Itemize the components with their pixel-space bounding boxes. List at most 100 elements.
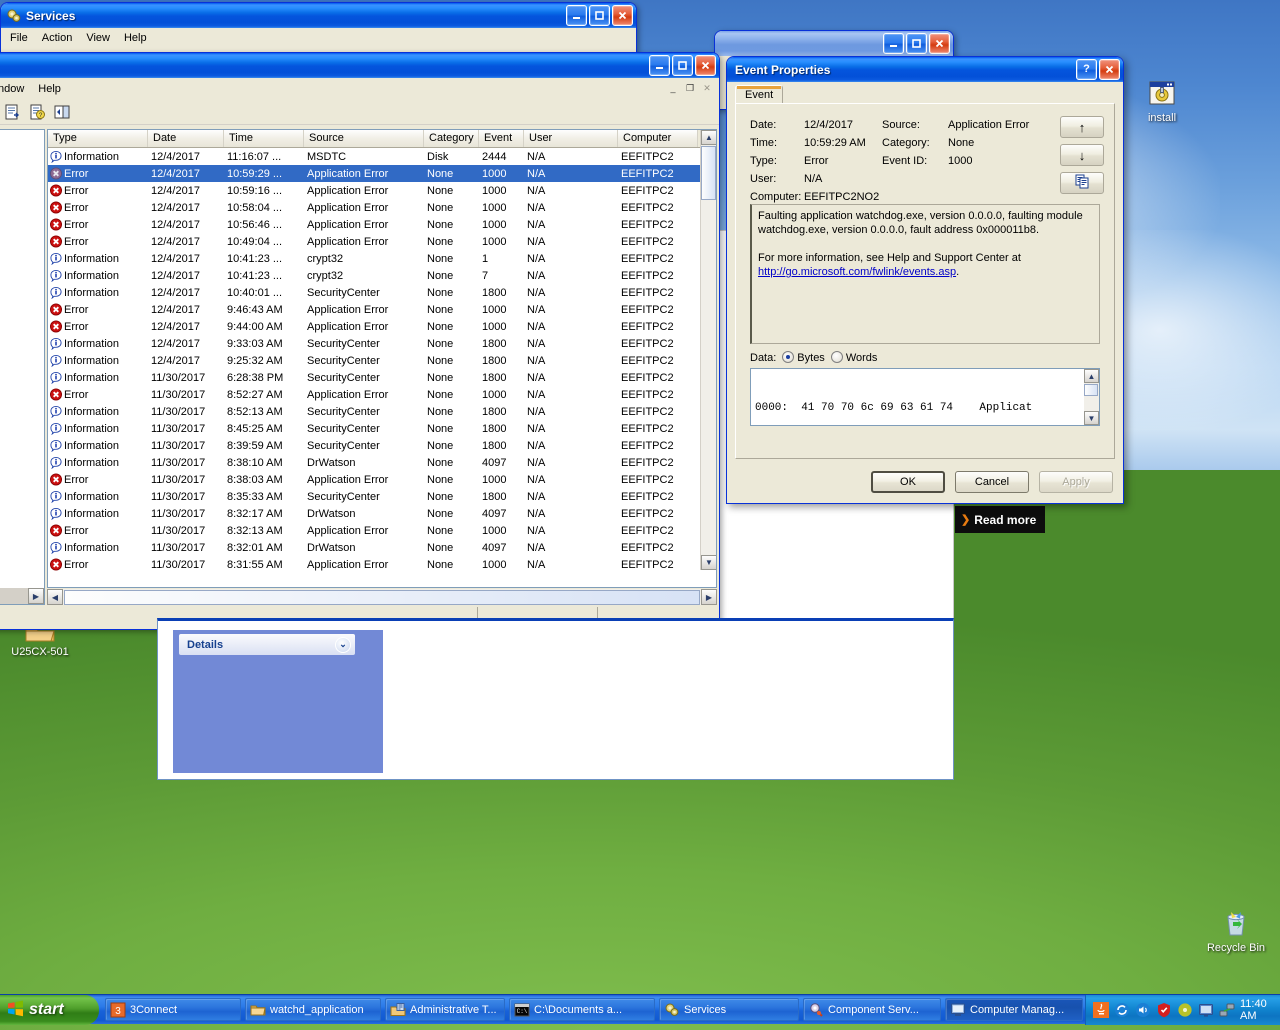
taskbar-item-c-documents-a[interactable]: C:\ C:\Documents a...	[509, 998, 655, 1021]
cancel-button[interactable]: Cancel	[955, 471, 1029, 493]
tree-item[interactable]: e	[0, 316, 44, 358]
computer-management-window[interactable]: Details ⌄	[157, 618, 954, 780]
table-row[interactable]: Information 12/4/2017 10:41:23 ... crypt32 N…	[48, 267, 716, 284]
tree-horizontal-scrollbar[interactable]: ◀ ▶	[0, 587, 44, 604]
sync-icon[interactable]	[1114, 1002, 1130, 1018]
column-header-type[interactable]: Type	[48, 130, 148, 147]
tab-event[interactable]: Event	[735, 85, 784, 104]
tree-item[interactable]: er	[0, 168, 44, 185]
radio-bytes[interactable]: Bytes	[782, 351, 825, 364]
show-hide-tree-icon[interactable]	[51, 101, 73, 123]
help-properties-icon[interactable]: ?	[26, 101, 48, 123]
event-list-horizontal-scrollbar[interactable]: ◀ ▶	[47, 589, 717, 605]
java-icon[interactable]	[1093, 1001, 1109, 1018]
table-row[interactable]: Error 12/4/2017 10:58:04 ... Application Er…	[48, 199, 716, 216]
table-row[interactable]: Error 12/4/2017 10:59:16 ... Application Er…	[48, 182, 716, 199]
desktop-icon-recycle-bin[interactable]: Recycle Bin	[1198, 908, 1274, 954]
column-header-source[interactable]: Source	[304, 130, 424, 147]
component-services-titlebar[interactable]	[715, 31, 953, 56]
event-properties-titlebar[interactable]: Event Properties ?	[727, 57, 1123, 82]
column-header-time[interactable]: Time	[224, 130, 304, 147]
event-data-hexview[interactable]: 0000: 41 70 70 6c 69 63 61 74 Applicat 0…	[750, 368, 1100, 426]
table-row[interactable]: Error 12/4/2017 10:56:46 ... Application Er…	[48, 216, 716, 233]
details-panel-header[interactable]: Details ⌄	[179, 634, 355, 655]
scroll-thumb[interactable]	[64, 589, 700, 605]
mdi-restore-button[interactable]: ❐	[682, 81, 698, 95]
table-row[interactable]: Information 11/30/2017 8:35:33 AM SecurityC…	[48, 488, 716, 505]
maximize-button[interactable]	[906, 33, 927, 54]
radio-words[interactable]: Words	[830, 351, 877, 364]
column-header-user[interactable]: User	[524, 130, 618, 147]
table-row[interactable]: Information 11/30/2017 8:32:17 AM DrWatson N…	[48, 505, 716, 522]
shield-icon[interactable]	[1156, 1002, 1172, 1018]
close-button[interactable]	[1099, 59, 1120, 80]
previous-event-button[interactable]: ↑	[1060, 116, 1104, 138]
taskbar-item-computer-manag[interactable]: Computer Manag...	[945, 998, 1083, 1021]
help-button[interactable]: ?	[1076, 59, 1097, 80]
column-header-category[interactable]: Category	[424, 130, 479, 147]
scroll-right-button[interactable]: ▶	[701, 589, 717, 605]
tree-item[interactable]: ns	[0, 398, 44, 415]
network-icon[interactable]	[1219, 1002, 1235, 1018]
tree-item[interactable]	[0, 151, 44, 168]
clock[interactable]: 11:40 AM	[1240, 998, 1272, 1022]
close-button[interactable]	[612, 5, 633, 26]
taskbar-item-watchd-application[interactable]: watchd_application	[245, 998, 381, 1021]
event-list-vertical-scrollbar[interactable]: ▲ ▼	[700, 130, 716, 570]
menu-help[interactable]: Help	[31, 80, 68, 98]
menu-window[interactable]: ndow	[0, 80, 31, 98]
table-row[interactable]: Information 12/4/2017 10:40:01 ... Security…	[48, 284, 716, 301]
tree-item[interactable]	[0, 358, 44, 398]
volume-icon[interactable]	[1135, 1002, 1151, 1018]
taskbar-item-3connect[interactable]: 3 3Connect	[105, 998, 241, 1021]
table-row[interactable]: Error 12/4/2017 9:46:43 AM Application Erro…	[48, 301, 716, 318]
scroll-down-button[interactable]: ▼	[701, 555, 716, 570]
menu-file[interactable]: File	[3, 30, 35, 46]
table-row[interactable]: Error 11/30/2017 8:32:13 AM Application Err…	[48, 522, 716, 539]
tree-item[interactable]	[0, 185, 44, 202]
disc-icon[interactable]	[1177, 1002, 1193, 1018]
column-header-date[interactable]: Date	[148, 130, 224, 147]
column-header-event[interactable]: Event	[479, 130, 524, 147]
description-textarea[interactable]: Faulting application watchdog.exe, versi…	[750, 204, 1100, 344]
table-row[interactable]: Error 11/30/2017 8:38:03 AM Application Err…	[48, 471, 716, 488]
table-row[interactable]: Information 12/4/2017 11:16:07 ... MSDTC Dis…	[48, 148, 716, 165]
scroll-up-button[interactable]: ▲	[701, 130, 716, 145]
tree-item[interactable]: cal)	[0, 134, 44, 151]
maximize-button[interactable]	[589, 5, 610, 26]
services-window[interactable]: Services File Action View Help	[0, 2, 637, 54]
tree-item[interactable]	[0, 236, 44, 276]
table-row[interactable]: Error 12/4/2017 10:49:04 ... Application Er…	[48, 233, 716, 250]
next-event-button[interactable]: ↓	[1060, 144, 1104, 166]
minimize-button[interactable]	[566, 5, 587, 26]
mdi-minimize-button[interactable]: _	[665, 81, 681, 95]
support-center-link[interactable]: http://go.microsoft.com/fwlink/events.as…	[758, 266, 956, 278]
table-row[interactable]: Information 12/4/2017 10:41:23 ... crypt32 N…	[48, 250, 716, 267]
menu-help[interactable]: Help	[117, 30, 154, 46]
scroll-thumb[interactable]	[701, 146, 716, 200]
table-row[interactable]: Error 12/4/2017 10:59:29 ... Application Er…	[48, 165, 716, 182]
table-row[interactable]: Information 11/30/2017 8:38:10 AM DrWatson N…	[48, 454, 716, 471]
desktop-icon-install[interactable]: install	[1124, 78, 1200, 124]
copy-event-button[interactable]	[1060, 172, 1104, 194]
table-row[interactable]: Information 11/30/2017 8:45:25 AM SecurityC…	[48, 420, 716, 437]
chevron-down-icon[interactable]: ⌄	[335, 636, 351, 653]
mdi-close-button[interactable]: ✕	[699, 81, 715, 95]
table-row[interactable]: Error 12/4/2017 9:44:00 AM Application Erro…	[48, 318, 716, 335]
apply-button[interactable]: Apply	[1039, 471, 1113, 493]
event-viewer-titlebar[interactable]: t	[0, 53, 719, 78]
tree-item[interactable]: and Alert:	[0, 202, 44, 236]
menu-action[interactable]: Action	[35, 30, 80, 46]
close-button[interactable]	[695, 55, 716, 76]
menu-view[interactable]: View	[79, 30, 117, 46]
maximize-button[interactable]	[672, 55, 693, 76]
taskbar-item-services[interactable]: Services	[659, 998, 799, 1021]
table-row[interactable]: Information 11/30/2017 8:39:59 AM SecurityC…	[48, 437, 716, 454]
hexview-scrollbar[interactable]: ▲ ▼	[1084, 369, 1099, 425]
table-row[interactable]: Information 11/30/2017 6:28:38 PM SecurityC…	[48, 369, 716, 386]
close-button[interactable]	[929, 33, 950, 54]
minimize-button[interactable]	[649, 55, 670, 76]
start-button[interactable]: start	[0, 994, 99, 1025]
table-row[interactable]: Information 12/4/2017 9:33:03 AM SecurityCe…	[48, 335, 716, 352]
table-row[interactable]: Information 12/4/2017 9:25:32 AM SecurityCe…	[48, 352, 716, 369]
